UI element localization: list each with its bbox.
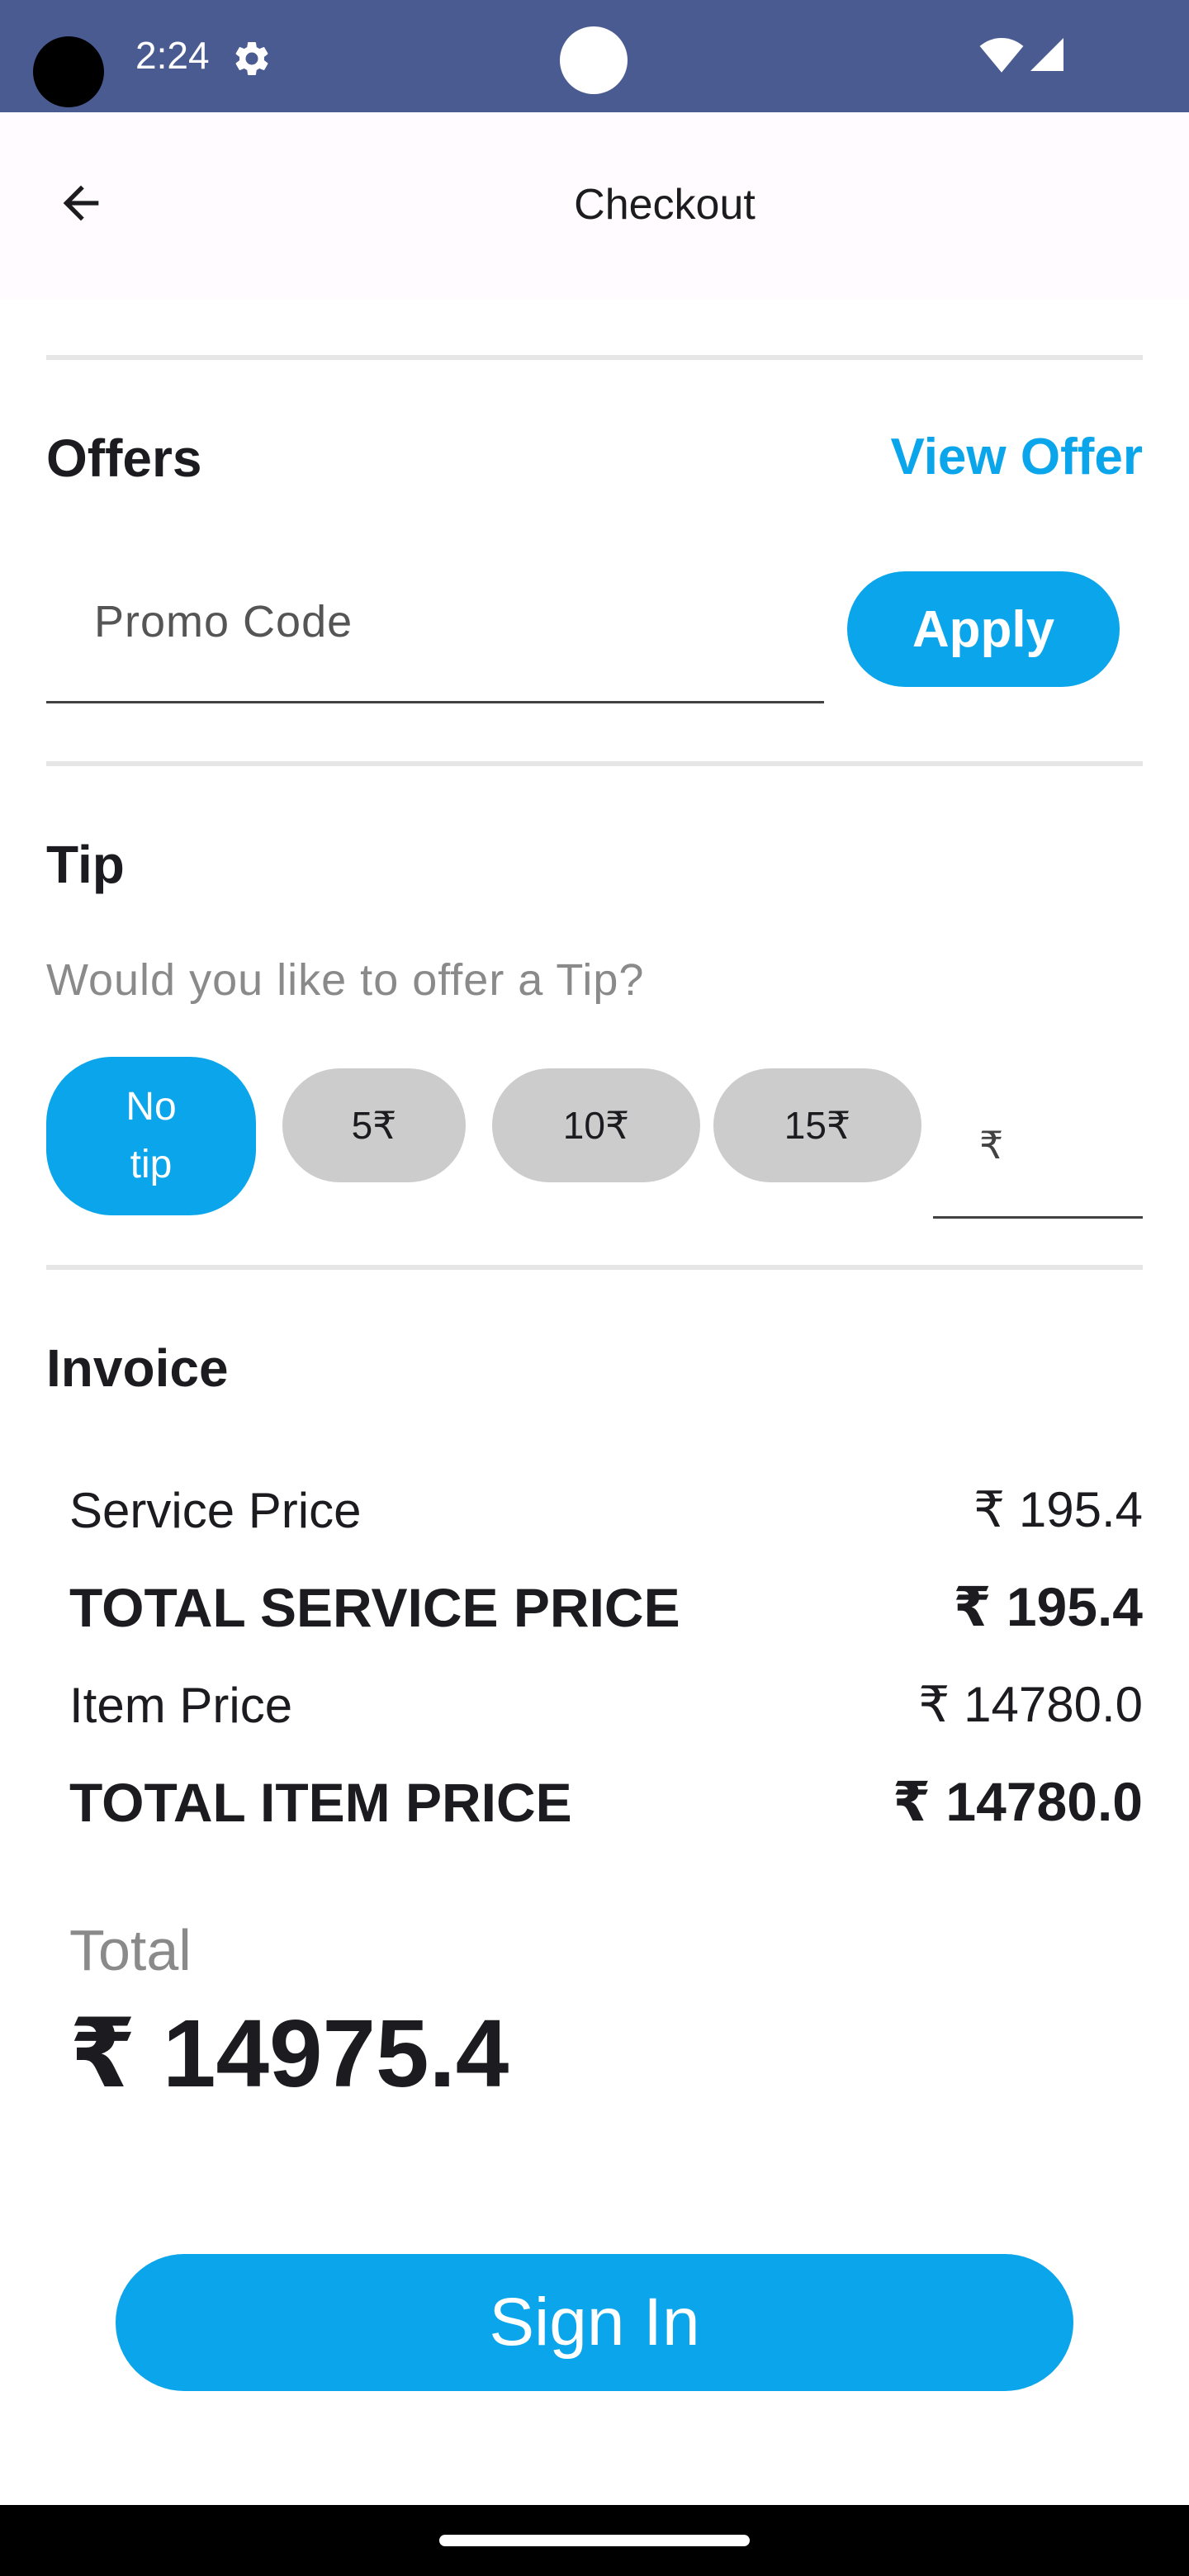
invoice-row-value: ₹ 14780.0: [918, 1677, 1143, 1732]
signal-icon: [1030, 38, 1063, 71]
promo-code-input[interactable]: [46, 561, 824, 701]
tip-option-15[interactable]: 15₹: [713, 1068, 921, 1182]
invoice-row-service-price: Service Price ₹ 195.4: [69, 1481, 1143, 1539]
camera-cutout: [33, 36, 104, 107]
invoice-row-label: Item Price: [69, 1677, 293, 1733]
invoice-row-value: ₹ 14780.0: [893, 1771, 1143, 1832]
invoice-row-total-service-price: TOTAL SERVICE PRICE ₹ 195.4: [69, 1575, 1143, 1639]
tip-title: Tip: [46, 835, 125, 894]
invoice-row-value: ₹ 195.4: [953, 1576, 1143, 1637]
sign-in-button[interactable]: Sign In: [116, 2254, 1073, 2391]
wifi-icon: [979, 38, 1024, 73]
promo-code-field[interactable]: [46, 561, 824, 703]
invoice-row-label: TOTAL ITEM PRICE: [69, 1771, 572, 1833]
settings-icon: [235, 41, 268, 75]
front-camera: [560, 26, 628, 94]
divider: [46, 761, 1143, 766]
invoice-row-total-item-price: TOTAL ITEM PRICE ₹ 14780.0: [69, 1770, 1143, 1834]
tip-option-no-tip[interactable]: No tip: [46, 1057, 256, 1215]
tip-option-10[interactable]: 10₹: [492, 1068, 700, 1182]
apply-button[interactable]: Apply: [847, 571, 1120, 687]
invoice-row-value: ₹ 195.4: [973, 1482, 1143, 1537]
total-label: Total: [69, 1918, 192, 1982]
divider: [46, 1265, 1143, 1270]
status-time: 2:24: [135, 34, 210, 77]
invoice-row-label: Service Price: [69, 1482, 362, 1538]
tip-option-label: No tip: [126, 1085, 177, 1186]
tip-question: Would you like to offer a Tip?: [46, 955, 645, 1005]
tip-option-5[interactable]: 5₹: [282, 1068, 466, 1182]
total-value: ₹ 14975.4: [69, 2000, 509, 2107]
rupee-prefix: ₹: [979, 1124, 1004, 1167]
invoice-row-item-price: Item Price ₹ 14780.0: [69, 1676, 1143, 1734]
offers-title: Offers: [46, 429, 202, 488]
page-title: Checkout: [574, 181, 756, 229]
view-offer-link[interactable]: View Offer: [890, 428, 1143, 486]
home-handle[interactable]: [439, 2535, 750, 2546]
custom-tip-field[interactable]: ₹: [933, 1098, 1143, 1219]
invoice-row-label: TOTAL SERVICE PRICE: [69, 1576, 680, 1638]
divider: [46, 355, 1143, 360]
invoice-title: Invoice: [46, 1338, 229, 1398]
status-bar: 2:24: [0, 0, 1189, 112]
